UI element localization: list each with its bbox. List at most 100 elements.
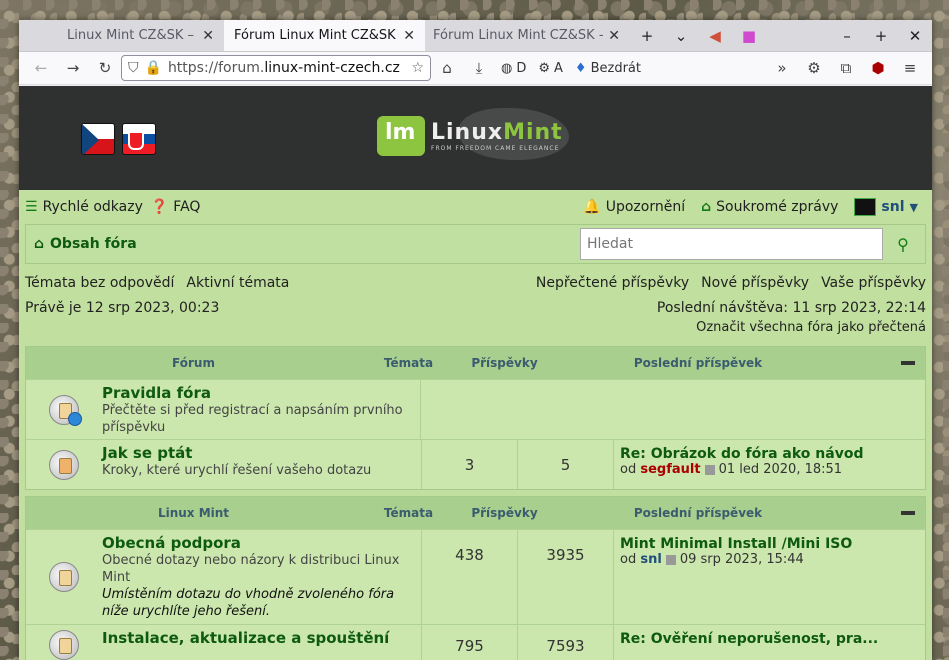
last-post-title[interactable]: Re: Obrázok do fóra ako návod: [620, 446, 919, 462]
maximize-button[interactable]: +: [864, 20, 898, 51]
forum-title[interactable]: Instalace, aktualizace a spouštění: [102, 629, 417, 647]
faq-link[interactable]: ❓ FAQ: [151, 199, 201, 215]
nav-bar: ← → ↻ ⛉ 🔒 https://forum.linux-mint-czech…: [19, 52, 932, 85]
overflow-icon[interactable]: »: [766, 54, 798, 82]
globe-icon: ◍: [501, 60, 513, 76]
avatar: [854, 198, 877, 216]
tab-bar: Linux Mint CZ&SK – Komunit ✕ Fórum Linux…: [19, 20, 932, 52]
topics-count: 438: [421, 530, 517, 624]
forum-description: Obecné dotazy nebo názory k distribuci L…: [102, 553, 400, 585]
home-icon: ⌂: [34, 236, 45, 252]
view-post-icon[interactable]: [704, 464, 715, 475]
caret-down-icon: ▼: [909, 200, 918, 214]
forum-description: Kroky, které urychlí řešení vašeho dotaz…: [102, 463, 372, 478]
mark-all-read-link[interactable]: Označit všechna fóra jako přečtená: [25, 320, 926, 342]
topics-count: 795: [421, 625, 517, 660]
last-post-date: 01 led 2020, 18:51: [718, 462, 843, 477]
download-icon[interactable]: ⤓: [463, 54, 495, 82]
forum-row: Jak se ptát Kroky, které urychlí řešení …: [26, 439, 925, 489]
forum-title[interactable]: Jak se ptát: [102, 444, 417, 462]
new-posts-link[interactable]: Nové příspěvky: [701, 275, 809, 291]
messages-link[interactable]: ⌂ Soukromé zprávy: [701, 199, 838, 215]
translate-button[interactable]: ◍ D: [495, 54, 532, 82]
current-time: Právě je 12 srp 2023, 00:23: [25, 299, 220, 316]
tab-1[interactable]: Linux Mint CZ&SK – Komunit ✕: [19, 20, 224, 51]
category-title[interactable]: Linux Mint: [26, 506, 361, 520]
forum-title[interactable]: Obecná podpora: [102, 534, 417, 552]
forum-description: Přečtěte si před registrací a napsáním p…: [102, 403, 403, 435]
ublock-icon[interactable]: ⬢: [862, 54, 894, 82]
menu-icon[interactable]: ≡: [894, 54, 926, 82]
last-post-user[interactable]: snl: [640, 552, 661, 567]
forum-page: LinuxMint FROM FREEDOM CAME ELEGANCE ☰Ry…: [19, 86, 932, 660]
collapse-icon[interactable]: [901, 361, 915, 365]
your-posts-link[interactable]: Vaše příspěvky: [821, 275, 926, 291]
search-input[interactable]: [580, 228, 883, 260]
url-text: https://forum.linux-mint-czech.cz: [167, 60, 400, 76]
gear-icon: ⚙: [538, 60, 551, 76]
breadcrumb-home[interactable]: ⌂ Obsah fóra: [34, 236, 137, 252]
collapse-icon[interactable]: [901, 511, 915, 515]
minimize-button[interactable]: –: [830, 20, 864, 51]
extension-icon[interactable]: ■: [732, 20, 766, 51]
flame-icon: ♦: [574, 60, 587, 76]
last-post-title[interactable]: Re: Ověření neporušenost, pra...: [620, 631, 919, 647]
forum-row: Instalace, aktualizace a spouštění 795 7…: [26, 624, 925, 660]
gear-icon[interactable]: ⚙: [798, 54, 830, 82]
home-icon[interactable]: ⌂: [431, 54, 463, 82]
category-header: Linux Mint Témata Příspěvky Poslední pří…: [26, 497, 925, 529]
browser-window: Linux Mint CZ&SK – Komunit ✕ Fórum Linux…: [19, 20, 932, 660]
search-icon: ⚲: [897, 234, 909, 254]
last-post: Re: Ověření neporušenost, pra...: [613, 625, 925, 660]
tab-3[interactable]: Fórum Linux Mint CZ&SK - O ✕: [425, 20, 630, 51]
last-post-date: 09 srp 2023, 15:44: [679, 552, 804, 567]
new-tab-button[interactable]: +: [630, 20, 664, 51]
topics-count: 3: [421, 440, 517, 489]
forum-row: Obecná podpora Obecné dotazy nebo názory…: [26, 529, 925, 624]
inbox-icon: ⌂: [701, 199, 712, 215]
forum-category-general: Fórum Témata Příspěvky Poslední příspěve…: [25, 346, 926, 490]
category-header: Fórum Témata Příspěvky Poslední příspěve…: [26, 347, 925, 379]
bookmark-star-icon[interactable]: ☆: [411, 60, 424, 76]
forum-category-linux-mint: Linux Mint Témata Příspěvky Poslední pří…: [25, 496, 926, 660]
quick-links[interactable]: ☰ Rychlé odkazy: [25, 199, 143, 215]
forum-read-icon: [49, 629, 79, 660]
url-bar[interactable]: ⛉ 🔒 https://forum.linux-mint-czech.cz ☆: [121, 55, 431, 81]
bell-icon: 🔔: [583, 199, 601, 215]
bars-icon: ☰: [25, 199, 38, 215]
close-icon[interactable]: ✕: [608, 28, 620, 44]
tab-2[interactable]: Fórum Linux Mint CZ&SK - O ✕: [224, 20, 425, 51]
forum-link-icon: [49, 394, 82, 426]
view-post-icon[interactable]: [665, 554, 676, 565]
forum-note: Umístěním dotazu do vhodně zvoleného fór…: [102, 587, 395, 619]
settings-a-button[interactable]: ⚙ A: [532, 54, 569, 82]
flag-sk-icon[interactable]: [122, 123, 156, 155]
site-logo[interactable]: LinuxMint FROM FREEDOM CAME ELEGANCE: [377, 116, 563, 156]
last-visit: Poslední návštěva: 11 srp 2023, 22:14: [656, 299, 926, 316]
close-icon[interactable]: ✕: [403, 28, 415, 44]
breadcrumb-bar: ⌂Obsah fóra ⚲: [25, 224, 926, 264]
last-post-title[interactable]: Mint Minimal Install /Mini ISO: [620, 536, 919, 552]
search-button[interactable]: ⚲: [889, 228, 917, 260]
search-form: ⚲: [580, 228, 917, 260]
reload-button[interactable]: ↻: [89, 54, 121, 82]
notifications-link[interactable]: 🔔 Upozornění: [583, 199, 685, 215]
back-button[interactable]: ←: [25, 54, 57, 82]
bezdrat-button[interactable]: ♦ Bezdrát: [569, 54, 647, 82]
close-icon[interactable]: ✕: [202, 28, 214, 44]
unread-posts-link[interactable]: Nepřečtené příspěvky: [536, 275, 689, 291]
last-post-user[interactable]: segfault: [640, 462, 700, 477]
extensions-icon[interactable]: ⧉: [830, 54, 862, 82]
list-tabs-button[interactable]: ⌄: [664, 20, 698, 51]
close-window-button[interactable]: ✕: [898, 20, 932, 51]
user-menu[interactable]: snl ▼: [854, 198, 918, 216]
posts-count: 7593: [517, 625, 613, 660]
unanswered-link[interactable]: Témata bez odpovědí: [25, 275, 174, 291]
flag-cz-icon[interactable]: [81, 123, 115, 155]
megaphone-icon[interactable]: ◀: [698, 20, 732, 51]
forward-button[interactable]: →: [57, 54, 89, 82]
active-topics-link[interactable]: Aktivní témata: [186, 275, 289, 291]
posts-count: 3935: [517, 530, 613, 624]
forum-row: Pravidla fóra Přečtěte si před registrac…: [26, 379, 925, 439]
forum-title[interactable]: Pravidla fóra: [102, 384, 416, 402]
